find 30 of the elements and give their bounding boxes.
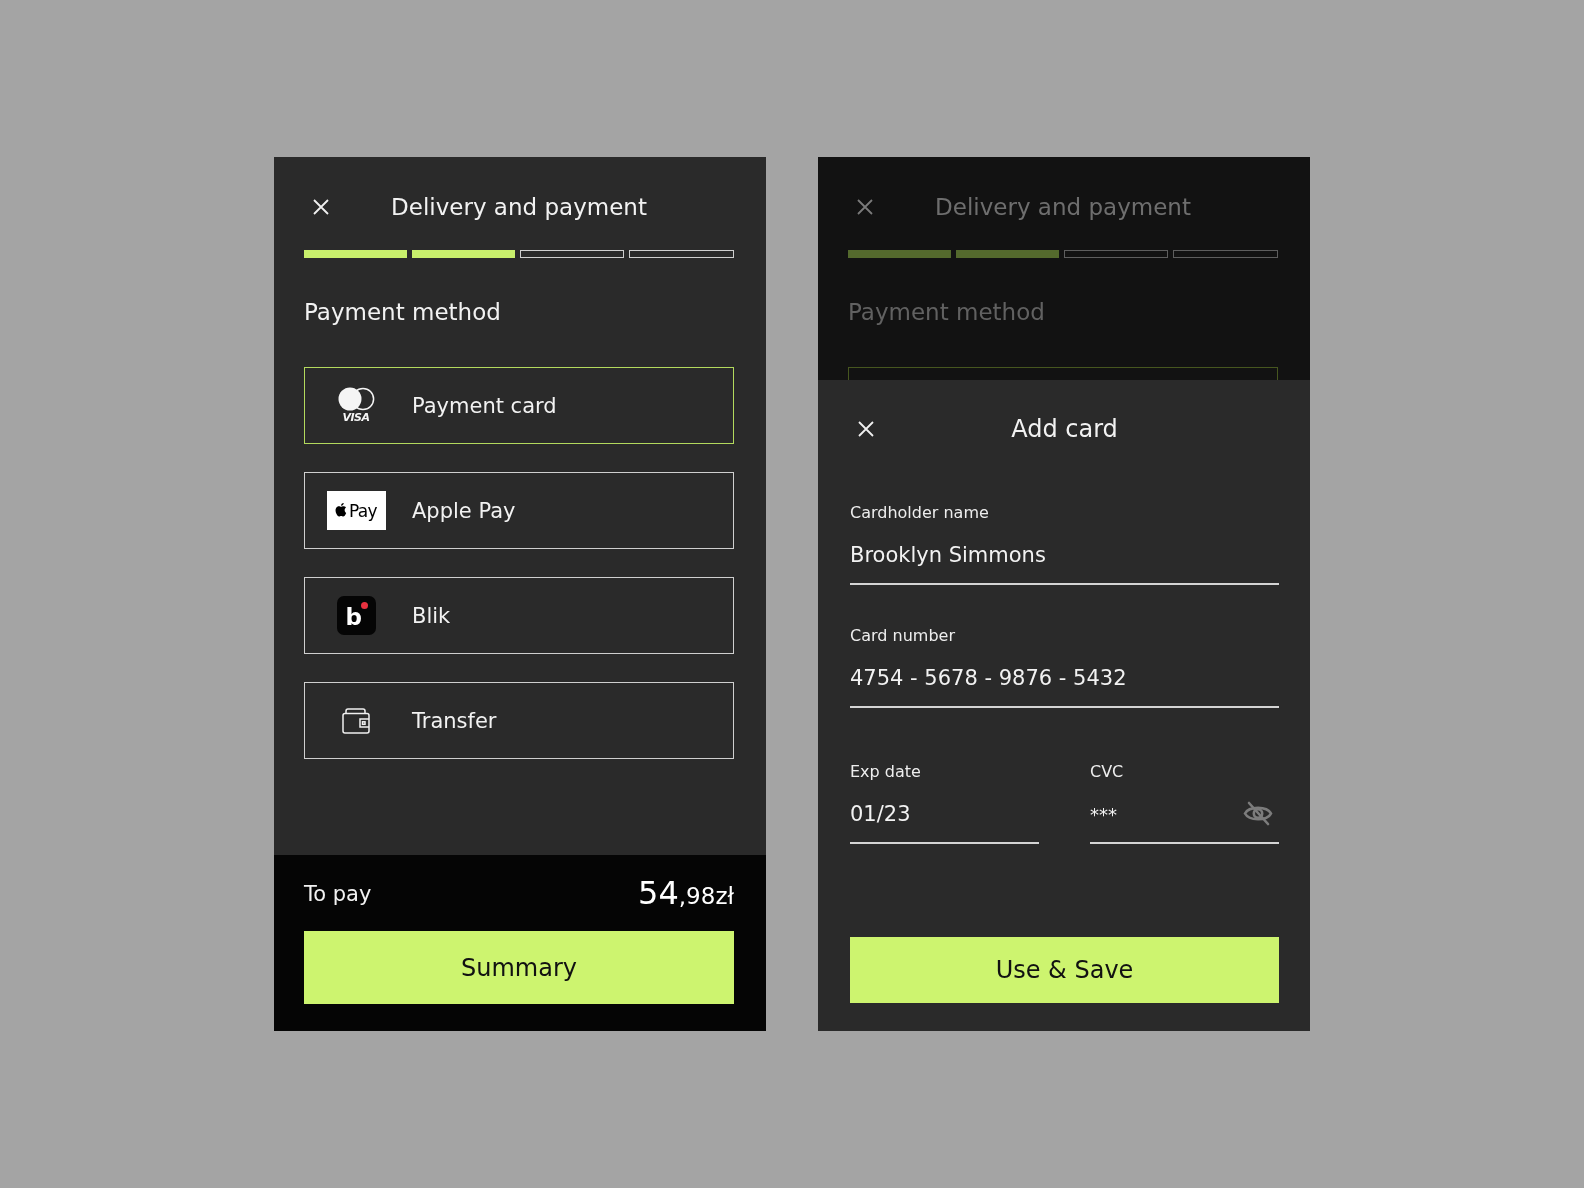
logo-letter: b <box>345 605 362 629</box>
screen-title: Delivery and payment <box>391 193 647 221</box>
summary-button[interactable]: Summary <box>304 931 734 1004</box>
payment-option[interactable]: Pay Apple Pay <box>304 472 734 549</box>
price-decimals: ,98zł <box>678 881 734 911</box>
password-field[interactable]: *** <box>1090 800 1279 844</box>
use-and-save-button[interactable]: Use & Save <box>850 937 1279 1003</box>
dot-icon <box>360 602 368 609</box>
total-label: To pay <box>304 882 372 906</box>
field-label: Exp date <box>850 762 922 782</box>
payment-option[interactable]: Transfer <box>304 682 734 759</box>
screen-title: Delivery and payment <box>935 193 1191 221</box>
card-circles-icon <box>337 387 375 411</box>
text-field[interactable]: Brooklyn Simmons <box>850 541 1279 585</box>
wallet-icon <box>342 707 370 734</box>
field-label: Cardholder name <box>850 503 990 523</box>
apple-icon <box>334 502 347 517</box>
payment-option[interactable]: VISA Payment card <box>304 367 734 444</box>
sheet-title: Add card <box>1011 415 1118 443</box>
eye-slash-icon[interactable] <box>1243 801 1273 826</box>
text-field[interactable]: 01/23 <box>850 800 1039 844</box>
section-title: Payment method <box>304 298 502 326</box>
payment-option[interactable]: b Blik <box>304 577 734 654</box>
text-field[interactable]: 4754 - 5678 - 9876 - 5432 <box>850 664 1279 708</box>
section-title: Payment method <box>848 298 1046 326</box>
price-amount: 54 <box>638 874 679 911</box>
field-label: Card number <box>850 626 956 646</box>
field-label: CVC <box>1090 762 1125 782</box>
logo-text: VISA <box>342 412 370 424</box>
logo-text: Pay <box>348 500 378 521</box>
